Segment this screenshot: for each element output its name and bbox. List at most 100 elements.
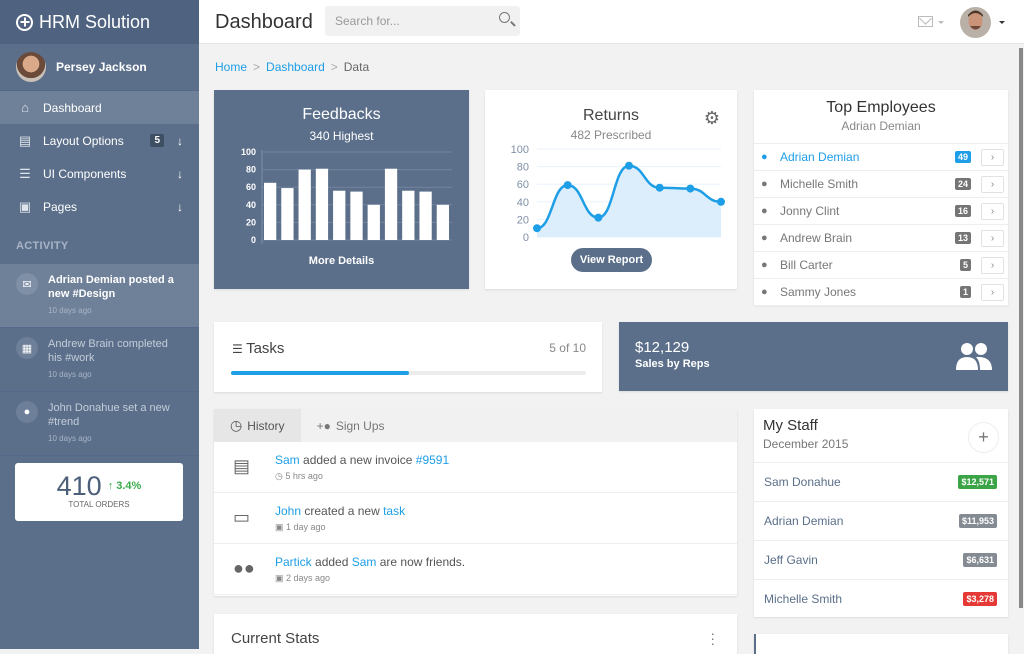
search-icon[interactable] <box>499 12 510 23</box>
employee-item[interactable]: ● Jonny Clint 16 › <box>754 198 1008 225</box>
staff-name: Jeff Gavin <box>764 553 818 567</box>
tab-label: History <box>247 418 285 433</box>
employee-item[interactable]: ● Bill Carter 5 › <box>754 252 1008 279</box>
avatar <box>16 52 46 82</box>
feedbacks-subtitle: 340 Highest <box>309 129 374 143</box>
sliders-icon: ☰ <box>19 165 31 181</box>
add-person-icon: +● <box>316 418 331 433</box>
person-icon: ● <box>761 286 768 298</box>
chevron-right-icon[interactable]: › <box>981 256 1004 274</box>
scrollbar[interactable] <box>1018 44 1024 649</box>
brand[interactable]: HRM Solution <box>0 0 199 44</box>
total-orders-card: 410 ↑ 3.4% TOTAL ORDERS <box>15 463 183 521</box>
employee-item[interactable]: ● Michelle Smith 24 › <box>754 171 1008 198</box>
caret-down-icon[interactable] <box>938 21 944 24</box>
calendar-icon: ▣ <box>275 521 287 532</box>
history-text: are now friends. <box>376 554 466 569</box>
sidebar-item-dashboard[interactable]: ⌂ Dashboard <box>0 91 199 124</box>
gear-icon[interactable]: ⚙ <box>704 108 720 129</box>
history-meta: ◷ 5 hrs ago <box>275 471 449 482</box>
history-link[interactable]: task <box>383 504 405 518</box>
bar <box>315 168 329 240</box>
activity-item[interactable]: ✉ Adrian Demian posted a new #Design 10 da… <box>0 264 199 328</box>
staff-item[interactable]: Michelle Smith $3,278 <box>754 580 1008 619</box>
y-tick-label: 60 <box>517 179 529 191</box>
employee-name: Michelle Smith <box>780 177 859 191</box>
activity-time: 10 days ago <box>48 370 92 379</box>
chevron-right-icon[interactable]: › <box>981 148 1004 166</box>
employee-name: Andrew Brain <box>780 231 853 245</box>
chevron-right-icon[interactable]: › <box>981 202 1004 220</box>
history-link[interactable]: Partick <box>275 555 312 569</box>
y-tick-label: 0 <box>523 232 529 244</box>
staff-item[interactable]: Sam Donahue $12,571 <box>754 463 1008 502</box>
y-tick-label: 20 <box>517 214 529 226</box>
activity-text: Andrew Brain completed his #work <box>48 338 168 364</box>
count-badge: 1 <box>959 286 971 298</box>
view-report-button[interactable]: View Report <box>571 248 652 272</box>
history-item: ▭ John created a new task ▣ 1 day ago <box>214 493 737 544</box>
data-point <box>563 181 572 190</box>
chevron-right-icon[interactable]: › <box>981 229 1004 247</box>
y-tick-label: 20 <box>246 217 256 227</box>
tasks-progress-bar <box>231 371 586 375</box>
add-staff-button[interactable]: + <box>968 422 999 453</box>
history-link[interactable]: Sam <box>275 453 300 467</box>
activity-item[interactable]: ▦ Andrew Brain completed his #work 10 days… <box>0 328 199 392</box>
tab-history[interactable]: ◷ History <box>214 409 301 442</box>
history-message: Partick added Sam are now friends. <box>275 555 465 569</box>
breadcrumb-home[interactable]: Home <box>215 60 247 74</box>
employee-name: Jonny Clint <box>780 204 840 218</box>
plus-circle-icon <box>16 13 33 31</box>
y-tick-label: 80 <box>517 162 529 174</box>
person-icon: ● <box>761 232 768 244</box>
tasks-card: ☰ Tasks 5 of 10 <box>214 322 602 392</box>
employee-item[interactable]: ● Adrian Demian 49 › <box>754 144 1008 171</box>
user-profile[interactable]: Persey Jackson <box>0 44 199 91</box>
activity-time: 10 days ago <box>48 434 92 443</box>
sidebar-item-pages[interactable]: ▣ Pages ↓ <box>0 190 199 223</box>
activity-item[interactable]: ● John Donahue set a new #trend 10 days ag… <box>0 392 199 456</box>
chevron-right-icon[interactable]: › <box>981 283 1004 301</box>
sidebar-item-ui-components[interactable]: ☰ UI Components ↓ <box>0 157 199 190</box>
more-vert-icon[interactable]: · · · <box>710 626 715 650</box>
employee-item[interactable]: ● Andrew Brain 13 › <box>754 225 1008 252</box>
history-link[interactable]: John <box>275 504 301 518</box>
card <box>754 634 1008 654</box>
mail-icon[interactable] <box>918 16 933 27</box>
search-input[interactable]: Search for... <box>325 6 520 36</box>
breadcrumb-dashboard[interactable]: Dashboard <box>266 60 325 74</box>
mail-icon: ✉ <box>16 273 38 295</box>
staff-item[interactable]: Adrian Demian $11,953 <box>754 502 1008 541</box>
amount-badge: $12,571 <box>958 475 997 489</box>
bar <box>350 191 363 240</box>
more-details-link[interactable]: More Details <box>214 255 469 267</box>
bar <box>333 190 346 240</box>
sidebar-item-layout-options[interactable]: ▤ Layout Options 5 ↓ <box>0 124 199 157</box>
person-icon: ● <box>761 151 768 163</box>
person-icon: ● <box>761 259 768 271</box>
scrollbar-thumb[interactable] <box>1019 48 1023 608</box>
user-avatar[interactable] <box>960 7 991 38</box>
top-employees-title: Top Employees <box>826 99 936 116</box>
tab-sign-ups[interactable]: +● Sign Ups <box>301 409 401 442</box>
top-employees-card: Top Employees Adrian Demian ● Adrian Demi… <box>754 90 1008 306</box>
history-time: 1 day ago <box>286 521 326 532</box>
employee-name: Adrian Demian <box>780 150 860 164</box>
staff-subtitle: December 2015 <box>763 437 849 451</box>
staff-item[interactable]: Jeff Gavin $6,631 <box>754 541 1008 580</box>
history-link[interactable]: Sam <box>352 555 377 569</box>
history-meta: ▣ 2 days ago <box>275 573 465 584</box>
calendar-icon: ▦ <box>16 337 38 359</box>
history-message: Sam added a new invoice #9591 <box>275 453 449 467</box>
caret-down-icon[interactable] <box>999 21 1005 24</box>
orders-value: 410 <box>56 471 102 501</box>
returns-title: Returns <box>582 107 640 124</box>
chevron-right-icon[interactable]: › <box>981 175 1004 193</box>
history-link[interactable]: #9591 <box>416 453 449 467</box>
employee-item[interactable]: ● Sammy Jones 1 › <box>754 279 1008 306</box>
arrow-down-icon: ↓ <box>177 133 183 148</box>
count-badge: 16 <box>954 205 971 217</box>
bar <box>264 182 277 240</box>
top-employees-list: ● Adrian Demian 49 › ● Michelle Smith 24 › ● Jonn… <box>754 143 1008 306</box>
